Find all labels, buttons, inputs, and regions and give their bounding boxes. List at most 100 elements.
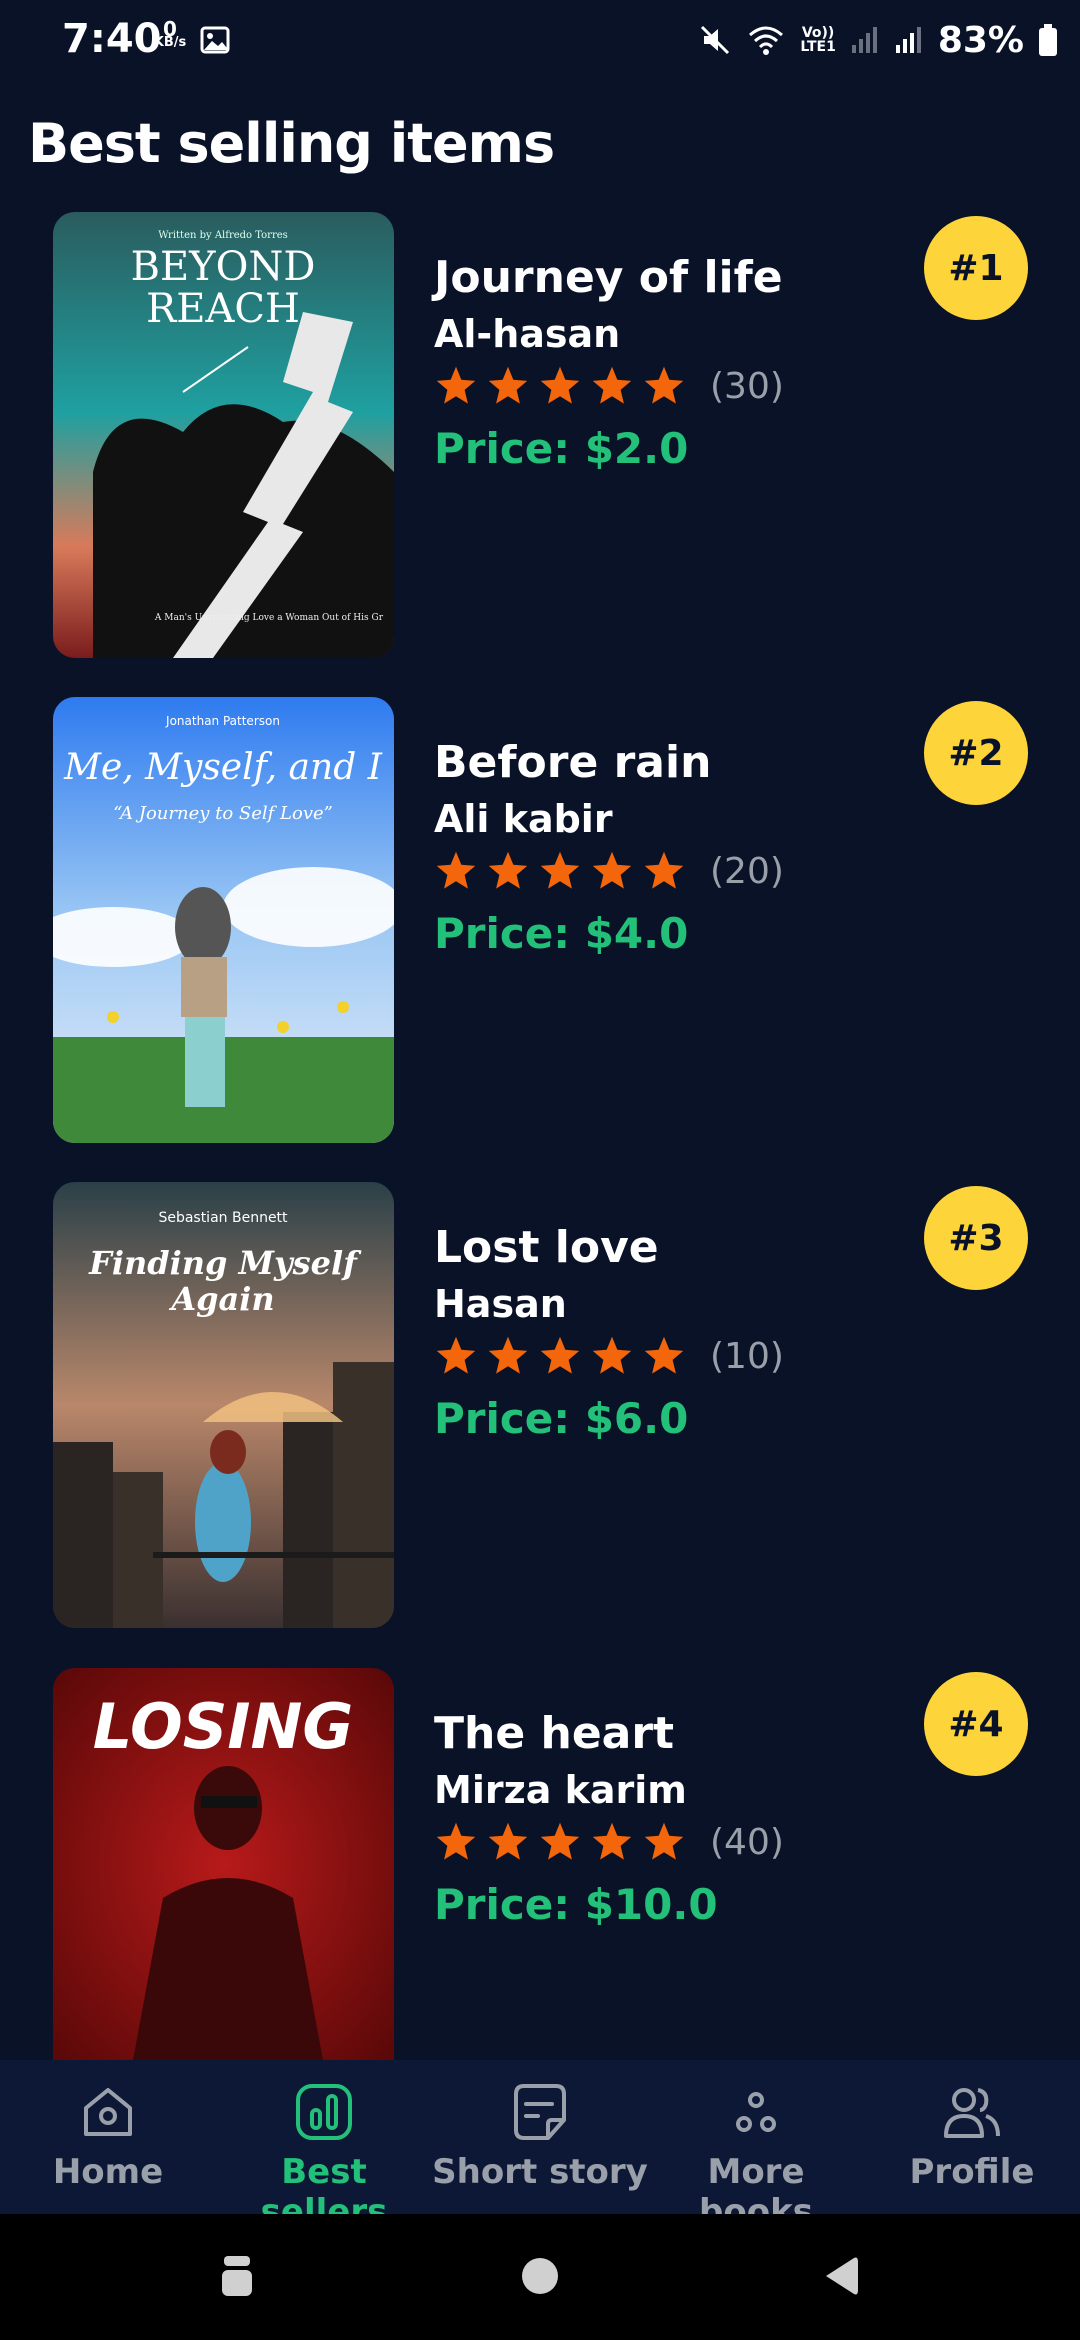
book-author: Ali kabir	[434, 797, 613, 841]
book-price: Price: $10.0	[434, 1880, 718, 1929]
gallery-icon	[200, 26, 230, 54]
star-icon	[592, 851, 632, 889]
star-rating	[434, 1820, 686, 1864]
recents-icon[interactable]	[218, 2254, 256, 2298]
star-icon	[488, 1336, 528, 1374]
book-price: Price: $4.0	[434, 909, 689, 958]
cover-author-text: Sebastian Bennett	[158, 1210, 288, 1226]
cover-author-text: Jonathan Patterson	[165, 714, 280, 728]
nav-item-profile[interactable]: Profile	[864, 2080, 1080, 2210]
rank-badge: #3	[924, 1186, 1028, 1290]
network-speed-unit: KB/s	[153, 35, 187, 50]
book-card[interactable]: Written by Alfredo Torres BEYOND REACH A…	[0, 212, 1080, 662]
status-time: 7:40	[62, 16, 162, 62]
cover-title-line1: BEYOND	[131, 244, 316, 290]
star-icon	[592, 1336, 632, 1374]
star-icon	[488, 1822, 528, 1860]
rating-count: (10)	[710, 1335, 784, 1377]
lte-label: LTE1	[800, 39, 836, 55]
nav-label-short-story: Short story	[432, 2152, 648, 2192]
book-cover[interactable]: Sebastian Bennett Finding Myself Again	[53, 1182, 394, 1628]
star-icon	[540, 851, 580, 889]
signal-icon-sim2	[895, 27, 921, 53]
network-speed: 0 KB/s	[150, 17, 190, 50]
battery-percent: 83%	[937, 19, 1024, 61]
book-card[interactable]: Jonathan Patterson Me, Myself, and I “A …	[0, 697, 1080, 1147]
rating-count: (20)	[710, 850, 784, 892]
rank-badge: #4	[924, 1672, 1028, 1776]
star-icon	[644, 1822, 684, 1860]
star-icon	[436, 366, 476, 404]
cover-title-line2: Again	[168, 1280, 274, 1318]
book-card[interactable]: Sebastian Bennett Finding Myself Again L…	[0, 1182, 1080, 1632]
star-icon	[488, 851, 528, 889]
book-rating: (40)	[434, 1820, 784, 1864]
cover-title-line2: “A Journey to Self Love”	[113, 803, 333, 824]
book-author: Al-hasan	[434, 312, 621, 356]
cover-author-text: Written by Alfredo Torres	[158, 230, 288, 241]
rating-count: (30)	[710, 365, 784, 407]
book-author: Mirza karim	[434, 1768, 687, 1812]
network-speed-value: 0	[163, 17, 177, 41]
nav-item-home[interactable]: Home	[0, 2080, 216, 2210]
star-rating	[434, 849, 686, 893]
nav-item-more-books[interactable]: More books	[648, 2080, 864, 2232]
status-right: Vo)) LTE1 83%	[698, 16, 1058, 64]
star-icon	[436, 1336, 476, 1374]
nav-item-short-story[interactable]: Short story	[432, 2080, 648, 2210]
volte-label: Vo))	[801, 25, 835, 41]
star-icon	[540, 1822, 580, 1860]
book-title: Before rain	[434, 737, 712, 788]
dots-icon	[736, 2092, 776, 2132]
star-icon	[540, 366, 580, 404]
cover-title-line1: LOSING	[93, 1690, 354, 1763]
book-price: Price: $2.0	[434, 424, 689, 473]
star-icon	[540, 1336, 580, 1374]
cover-title-line1: Finding Myself	[88, 1244, 362, 1282]
nav-item-best-sellers[interactable]: Best sellers	[216, 2080, 432, 2232]
people-icon	[944, 2088, 1000, 2138]
star-icon	[644, 1336, 684, 1374]
book-cover[interactable]: Written by Alfredo Torres BEYOND REACH A…	[53, 212, 394, 658]
book-rating: (20)	[434, 849, 784, 893]
wifi-icon	[749, 26, 784, 55]
home-button-icon[interactable]	[518, 2254, 562, 2298]
book-cover[interactable]: Jonathan Patterson Me, Myself, and I “A …	[53, 697, 394, 1143]
book-price: Price: $6.0	[434, 1394, 689, 1443]
note-icon	[514, 2084, 566, 2140]
rating-count: (40)	[710, 1821, 784, 1863]
book-rating: (30)	[434, 364, 784, 408]
back-icon[interactable]	[820, 2254, 860, 2298]
status-bar: 7:40 0 KB/s Vo)) LTE1 83%	[0, 0, 1080, 80]
book-rating: (10)	[434, 1334, 784, 1378]
star-rating	[434, 364, 686, 408]
book-cover[interactable]: LOSING	[53, 1668, 394, 2060]
signal-icon-sim1	[851, 27, 877, 53]
cover-title-line2: REACH	[146, 286, 300, 332]
cover-tagline: A Man's Unrelenting Love a Woman Out of …	[154, 613, 384, 623]
book-title: Lost love	[434, 1222, 659, 1273]
bottom-nav: Home Best sellers Short story More books	[0, 2060, 1080, 2232]
home-icon	[84, 2088, 132, 2136]
star-icon	[644, 366, 684, 404]
mute-icon	[701, 25, 730, 55]
nav-label-home: Home	[52, 2152, 164, 2192]
cover-title-line1: Me, Myself, and I	[63, 747, 383, 788]
nav-label-profile: Profile	[909, 2152, 1035, 2192]
rank-badge: #1	[924, 216, 1028, 320]
chart-icon	[296, 2084, 352, 2140]
star-icon	[436, 851, 476, 889]
book-title: Journey of life	[434, 252, 783, 303]
book-card[interactable]: LOSING The heart Mirza karim (40) Price:…	[0, 1668, 1080, 2118]
star-rating	[434, 1334, 686, 1378]
page-title: Best selling items	[28, 112, 555, 175]
book-title: The heart	[434, 1708, 675, 1759]
system-nav-bar	[0, 2214, 1080, 2340]
battery-icon	[1039, 24, 1057, 56]
rank-badge: #2	[924, 701, 1028, 805]
star-icon	[592, 1822, 632, 1860]
star-icon	[436, 1822, 476, 1860]
network-type: Vo)) LTE1	[800, 26, 835, 54]
book-author: Hasan	[434, 1282, 567, 1326]
star-icon	[644, 851, 684, 889]
